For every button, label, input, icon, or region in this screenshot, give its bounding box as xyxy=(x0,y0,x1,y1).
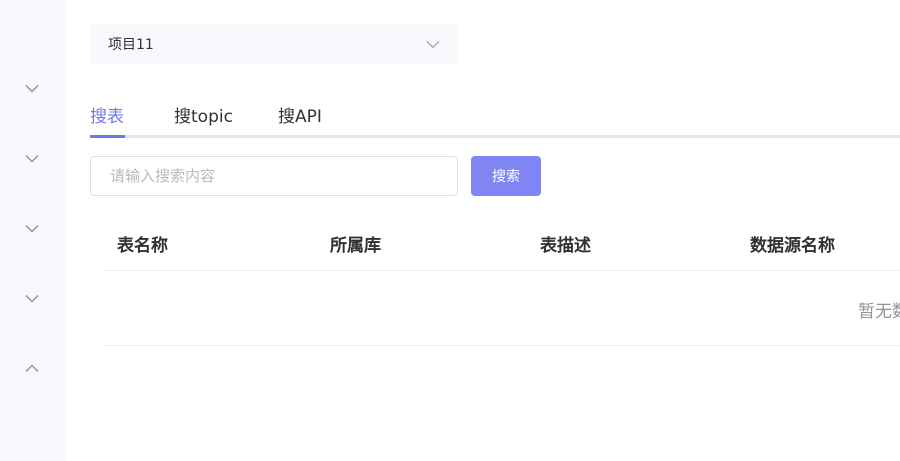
sidebar-menu-2-toggle[interactable] xyxy=(24,150,40,166)
sidebar-menu-4-toggle[interactable] xyxy=(24,290,40,306)
column-header-database: 所属库 xyxy=(330,236,381,256)
sidebar xyxy=(0,0,65,461)
chevron-down-icon xyxy=(25,224,39,232)
chevron-up-icon xyxy=(25,364,39,372)
column-header-table-name: 表名称 xyxy=(117,236,168,256)
table-header: 表名称 所属库 表描述 数据源名称 xyxy=(104,216,900,271)
chevron-down-icon xyxy=(25,294,39,302)
tab-search-table[interactable]: 搜表 xyxy=(90,102,124,127)
tab-search-api[interactable]: 搜API xyxy=(278,102,322,127)
project-select[interactable]: 项目11 xyxy=(90,24,458,64)
search-button[interactable]: 搜索 xyxy=(471,156,541,196)
tab-search-topic[interactable]: 搜topic xyxy=(174,102,233,127)
empty-state-text: 暂无数据 xyxy=(858,302,900,322)
sidebar-menu-1-toggle[interactable] xyxy=(24,80,40,96)
table-body: 暂无数据 xyxy=(104,271,900,346)
search-input[interactable] xyxy=(90,156,458,196)
sidebar-menu-3-toggle[interactable] xyxy=(24,220,40,236)
column-header-datasource: 数据源名称 xyxy=(750,236,835,256)
search-tabs: 搜表 搜topic 搜API xyxy=(90,92,900,138)
column-header-description: 表描述 xyxy=(540,236,591,256)
project-select-arrow xyxy=(426,40,440,49)
project-select-value: 项目11 xyxy=(108,37,154,53)
active-tab-indicator xyxy=(90,135,125,138)
sidebar-menu-5-toggle[interactable] xyxy=(24,360,40,376)
tabs-baseline xyxy=(90,135,900,138)
chevron-down-icon xyxy=(426,40,440,48)
page: 项目11 搜表 搜topic 搜API 搜索 表名称 所属库 表描述 数据源名称… xyxy=(0,0,900,461)
chevron-down-icon xyxy=(25,84,39,92)
results-table: 表名称 所属库 表描述 数据源名称 暂无数据 xyxy=(104,216,900,346)
chevron-down-icon xyxy=(25,154,39,162)
